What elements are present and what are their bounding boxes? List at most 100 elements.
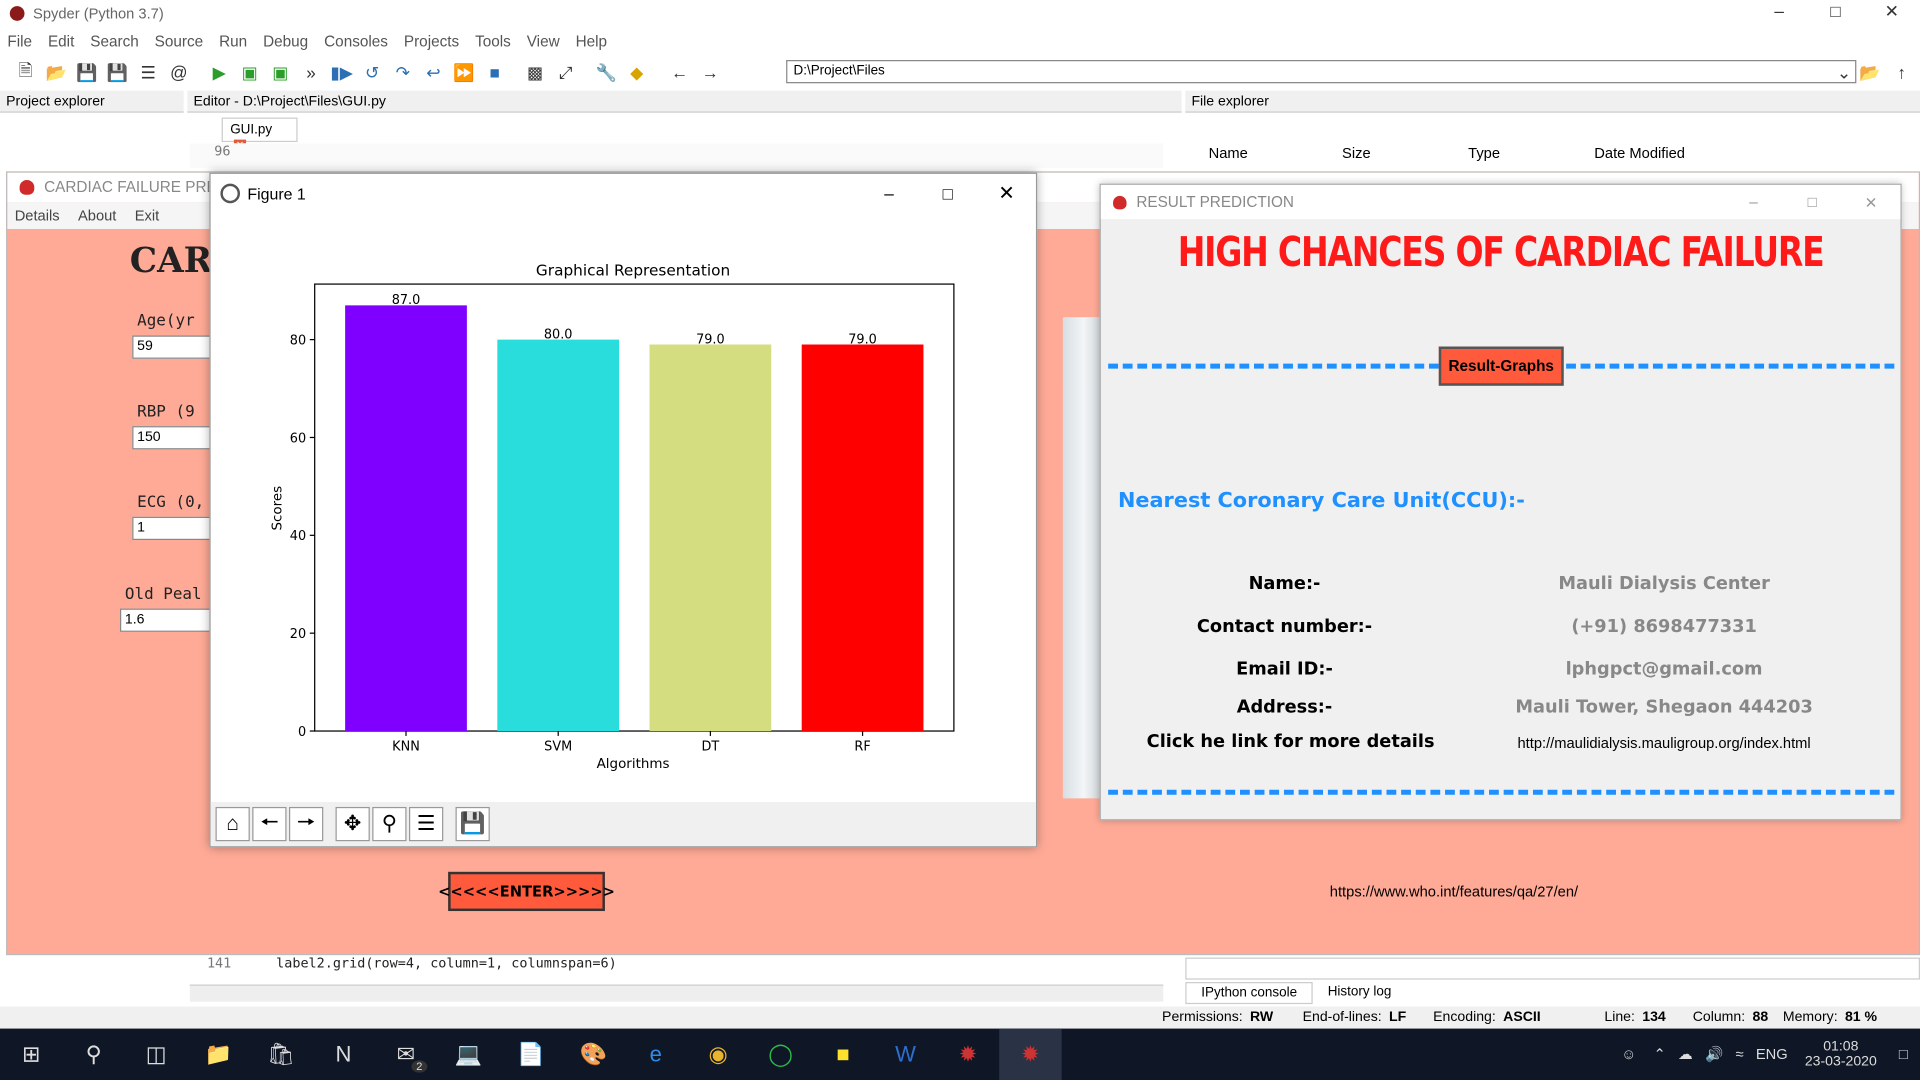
- ecg-input[interactable]: 1: [132, 516, 218, 541]
- search-icon[interactable]: ⚲: [62, 1029, 124, 1080]
- wifi-icon[interactable]: ≈: [1735, 1046, 1743, 1063]
- task-view-icon[interactable]: ◫: [125, 1029, 187, 1080]
- up-directory-icon[interactable]: ↑: [1891, 61, 1913, 83]
- notepad-icon[interactable]: N: [312, 1029, 374, 1080]
- more-icon[interactable]: »: [300, 61, 322, 83]
- document-icon[interactable]: 📄: [500, 1029, 562, 1080]
- list-icon[interactable]: ☰: [137, 61, 159, 83]
- menu-exit[interactable]: Exit: [135, 207, 160, 224]
- windows-start-icon[interactable]: ⊞: [0, 1029, 62, 1080]
- menu-about[interactable]: About: [78, 207, 116, 224]
- forward-icon[interactable]: 🠖: [288, 806, 324, 842]
- oldpeak-input[interactable]: 1.6: [120, 608, 216, 632]
- run-cell-advance-icon[interactable]: ▣: [269, 61, 291, 83]
- stop-icon[interactable]: ■: [484, 61, 506, 83]
- clock[interactable]: 01:08 23-03-2020: [1805, 1040, 1877, 1069]
- save-all-icon[interactable]: 💾: [107, 61, 129, 83]
- menu-details[interactable]: Details: [15, 207, 60, 224]
- figure-close-icon[interactable]: ✕: [977, 181, 1036, 205]
- open-file-icon[interactable]: 📂: [45, 61, 67, 83]
- debug-icon[interactable]: ▮▶: [330, 61, 353, 83]
- edge-icon[interactable]: e: [624, 1029, 686, 1080]
- run-icon[interactable]: ▶: [208, 61, 230, 83]
- python-path-icon[interactable]: ◆: [626, 61, 648, 83]
- figure-maximize-icon[interactable]: □: [918, 184, 977, 204]
- menu-run[interactable]: Run: [219, 33, 247, 50]
- back-icon[interactable]: 🠔: [252, 806, 287, 842]
- notification-icon[interactable]: □: [1899, 1046, 1908, 1063]
- result-maximize-icon[interactable]: □: [1783, 193, 1842, 210]
- step-into-icon[interactable]: ↷: [392, 61, 414, 83]
- save-icon[interactable]: 💾: [455, 806, 490, 842]
- close-icon[interactable]: ✕: [1864, 0, 1920, 27]
- volume-icon[interactable]: 🔊: [1705, 1046, 1723, 1063]
- tab-history-log[interactable]: History log: [1313, 982, 1406, 1004]
- menu-view[interactable]: View: [527, 33, 560, 50]
- minimize-icon[interactable]: –: [1751, 0, 1807, 27]
- wrench-icon[interactable]: 🔧: [595, 61, 617, 83]
- menu-consoles[interactable]: Consoles: [324, 33, 388, 50]
- col-date-modified[interactable]: Date Modified: [1587, 144, 1832, 166]
- step-icon[interactable]: ↺: [361, 61, 383, 83]
- maximize-pane-icon[interactable]: ▩: [524, 61, 546, 83]
- editor-horizontal-scrollbar[interactable]: [189, 984, 1164, 1002]
- tab-ipython-console[interactable]: IPython console: [1185, 982, 1314, 1005]
- rbp-input[interactable]: 150: [132, 426, 218, 450]
- spyder-task-icon[interactable]: ✹: [937, 1029, 999, 1080]
- details-link[interactable]: http://maulidialysis.mauligroup.org/inde…: [1468, 735, 1860, 752]
- age-input[interactable]: 59: [132, 335, 218, 359]
- result-close-icon[interactable]: ✕: [1842, 193, 1901, 211]
- figure-minimize-icon[interactable]: –: [860, 184, 919, 204]
- col-type[interactable]: Type: [1461, 144, 1587, 166]
- at-icon[interactable]: @: [168, 61, 190, 83]
- menu-debug[interactable]: Debug: [263, 33, 308, 50]
- col-name[interactable]: Name: [1194, 144, 1335, 166]
- pc-icon[interactable]: 💻: [437, 1029, 499, 1080]
- new-file-icon[interactable]: 🗎: [15, 60, 37, 83]
- chrome-icon[interactable]: ◉: [687, 1029, 749, 1080]
- run-cell-icon[interactable]: ▣: [239, 61, 261, 83]
- people-icon[interactable]: ☺: [1621, 1046, 1636, 1063]
- cardiac-title: CARDIAC FAILURE PREDI: [44, 178, 233, 196]
- menu-edit[interactable]: Edit: [48, 33, 74, 50]
- save-file-icon[interactable]: 💾: [76, 61, 98, 83]
- language-indicator[interactable]: ENG: [1756, 1046, 1788, 1063]
- pan-icon[interactable]: ✥: [335, 806, 370, 842]
- editor-tab-gui[interactable]: GUI.py ✕: [221, 117, 298, 152]
- result-graphs-button[interactable]: Result-Graphs: [1438, 346, 1564, 386]
- paint-icon[interactable]: 🎨: [562, 1029, 624, 1080]
- menu-search[interactable]: Search: [90, 33, 139, 50]
- zoom-icon[interactable]: ⚲: [372, 806, 407, 842]
- enter-button[interactable]: <<<<<ENTER>>>>>: [438, 871, 615, 912]
- chevron-up-icon[interactable]: ⌃: [1653, 1046, 1665, 1063]
- menu-help[interactable]: Help: [576, 33, 607, 50]
- word-icon[interactable]: W: [874, 1029, 936, 1080]
- menu-source[interactable]: Source: [155, 33, 204, 50]
- cardiac-task-icon[interactable]: ✹: [999, 1028, 1062, 1080]
- continue-icon[interactable]: ⏩: [453, 61, 475, 83]
- store-icon[interactable]: 🛍: [250, 1029, 312, 1080]
- menu-file[interactable]: File: [7, 33, 32, 50]
- menu-projects[interactable]: Projects: [404, 33, 459, 50]
- dashed-divider: [1566, 363, 1895, 369]
- configure-icon[interactable]: ☰: [408, 806, 444, 842]
- working-directory-input[interactable]: D:\Project\Files: [786, 60, 1857, 84]
- forward-arrow-icon[interactable]: →: [699, 61, 721, 83]
- onedrive-icon[interactable]: ☁: [1678, 1046, 1693, 1063]
- maximize-icon[interactable]: □: [1807, 0, 1863, 27]
- mail-icon[interactable]: ✉ 2: [375, 1029, 437, 1080]
- back-arrow-icon[interactable]: ←: [669, 61, 691, 83]
- sticky-notes-icon[interactable]: ■: [812, 1029, 874, 1080]
- result-minimize-icon[interactable]: –: [1724, 193, 1783, 210]
- file-explorer-icon[interactable]: 📁: [187, 1029, 249, 1080]
- menu-tools[interactable]: Tools: [475, 33, 511, 50]
- fullscreen-icon[interactable]: ⤢: [555, 61, 577, 83]
- console-area[interactable]: [1185, 957, 1920, 980]
- step-return-icon[interactable]: ↩: [422, 61, 444, 83]
- browse-folder-icon[interactable]: 📂: [1859, 61, 1881, 83]
- col-size[interactable]: Size: [1335, 144, 1461, 166]
- home-icon[interactable]: ⌂: [215, 806, 250, 842]
- anaconda-icon[interactable]: ◯: [749, 1029, 811, 1080]
- chevron-down-icon[interactable]: ⌄: [1833, 61, 1855, 83]
- who-link[interactable]: https://www.who.int/features/qa/27/en/: [1330, 883, 1578, 900]
